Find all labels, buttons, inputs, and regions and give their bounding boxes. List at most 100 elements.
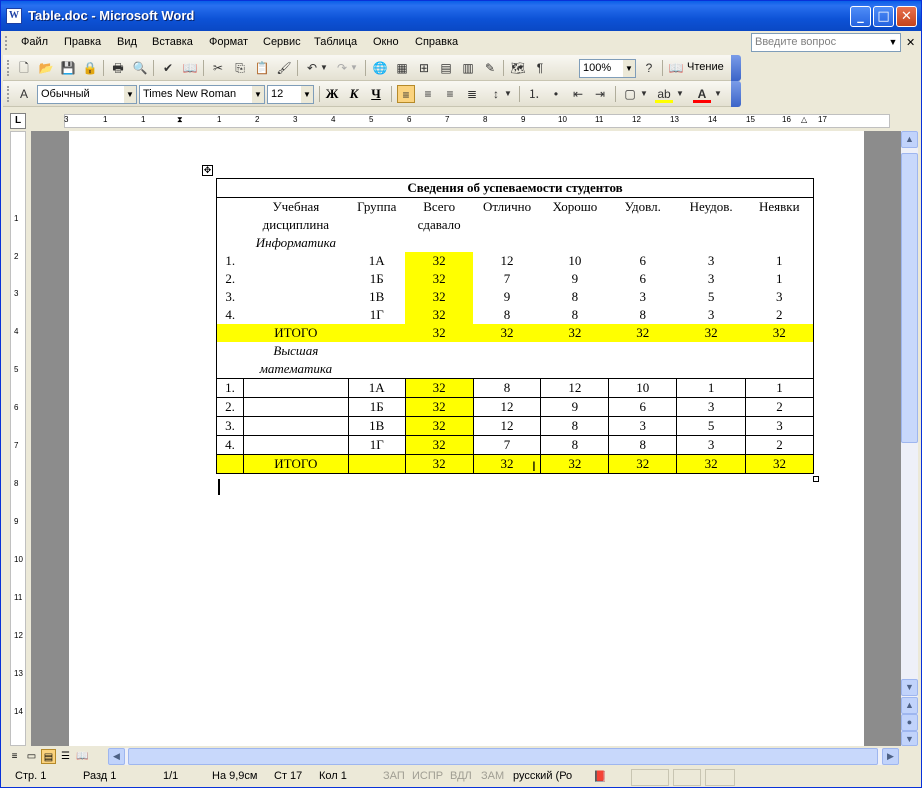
- group-cell[interactable]: 1А: [348, 378, 406, 398]
- satisfactory-cell[interactable]: 6: [609, 270, 677, 288]
- satisfactory-cell[interactable]: 3: [609, 288, 677, 306]
- paste-icon[interactable]: 📋: [253, 59, 271, 77]
- pilcrow-icon[interactable]: ¶: [531, 59, 549, 77]
- unsatisfactory-cell[interactable]: 3: [677, 252, 746, 270]
- good-cell[interactable]: 8: [541, 306, 609, 324]
- word-app-icon[interactable]: W: [6, 8, 22, 24]
- total-cell[interactable]: 32: [405, 416, 474, 436]
- scroll-up-icon[interactable]: ▲: [901, 131, 918, 148]
- right-indent-icon[interactable]: △: [801, 115, 807, 124]
- align-center-icon[interactable]: ≡: [419, 85, 437, 103]
- tab-selector-icon[interactable]: L: [10, 113, 26, 129]
- group-cell[interactable]: 1А: [348, 252, 405, 270]
- new-document-icon[interactable]: 🗋: [15, 59, 33, 77]
- open-folder-icon[interactable]: 📂: [37, 59, 55, 77]
- excellent-cell[interactable]: 9: [473, 288, 541, 306]
- numbering-icon[interactable]: ⒈: [525, 85, 543, 103]
- table-cell[interactable]: [348, 454, 406, 474]
- unsatisfactory-cell[interactable]: 1: [676, 378, 747, 398]
- satisfactory-cell[interactable]: 6: [609, 252, 677, 270]
- table-cell[interactable]: [540, 342, 609, 379]
- table-cell[interactable]: [216, 324, 244, 342]
- zoom-combo[interactable]: 100% ▼: [579, 59, 636, 78]
- menu-file[interactable]: Файл: [21, 36, 48, 48]
- chevron-down-icon[interactable]: ▼: [886, 34, 900, 51]
- status-extend[interactable]: ВДЛ: [450, 770, 472, 782]
- minimize-button[interactable]: _: [850, 6, 871, 27]
- group-cell[interactable]: 1Б: [348, 397, 406, 417]
- row-number[interactable]: 4.: [216, 435, 244, 455]
- header-good[interactable]: Хорошо: [541, 198, 609, 253]
- absent-cell[interactable]: 2: [745, 397, 814, 417]
- table-cell[interactable]: [243, 252, 348, 270]
- table-cell[interactable]: [348, 324, 405, 342]
- chevron-down-icon[interactable]: ▼: [301, 86, 313, 103]
- table-cell[interactable]: [216, 342, 244, 379]
- document-close-icon[interactable]: ✕: [906, 36, 915, 49]
- normal-view-icon[interactable]: ≡: [7, 749, 22, 764]
- vertical-ruler[interactable]: 1 2 3 4 5 6 7 8 9 10 11 12 13 14: [10, 131, 26, 746]
- status-record[interactable]: ЗАП: [383, 770, 405, 782]
- group-cell[interactable]: 1Г: [348, 435, 406, 455]
- header-unsatisfactory[interactable]: Неудов.: [677, 198, 746, 253]
- horizontal-scrollbar[interactable]: ◀ ▶: [108, 748, 899, 765]
- excellent-cell[interactable]: 12: [473, 252, 541, 270]
- total-cell[interactable]: 32: [405, 397, 474, 417]
- toolbar-options-icon[interactable]: [731, 81, 741, 107]
- columns-icon[interactable]: ▥: [459, 59, 477, 77]
- group-cell[interactable]: 1Б: [348, 270, 405, 288]
- maximize-button[interactable]: □: [873, 6, 894, 27]
- row-number[interactable]: 1.: [216, 252, 244, 270]
- total-value[interactable]: 32: [405, 324, 473, 342]
- row-number[interactable]: 2.: [216, 270, 244, 288]
- decrease-indent-icon[interactable]: ⇤: [569, 85, 587, 103]
- unsatisfactory-cell[interactable]: 3: [677, 306, 746, 324]
- absent-cell[interactable]: 2: [745, 435, 814, 455]
- absent-cell[interactable]: 1: [745, 378, 814, 398]
- table-cell[interactable]: [243, 378, 349, 398]
- table-cell[interactable]: [243, 270, 348, 288]
- italic-button[interactable]: К: [345, 85, 363, 103]
- header-absent[interactable]: Неявки: [745, 197, 814, 252]
- total-value[interactable]: 32: [745, 324, 814, 342]
- absent-cell[interactable]: 1: [745, 270, 814, 288]
- header-excellent[interactable]: Отлично: [473, 198, 541, 253]
- grades-table[interactable]: Сведения об успеваемости студентов Учебн…: [216, 178, 814, 474]
- status-overtype[interactable]: ЗАМ: [481, 770, 504, 782]
- menu-edit[interactable]: Правка: [64, 36, 101, 48]
- header-discipline[interactable]: Учебная дисциплина Информатика: [243, 198, 348, 253]
- table-cell[interactable]: [216, 197, 244, 252]
- drawing-icon[interactable]: ✎: [481, 59, 499, 77]
- print-layout-icon[interactable]: ▤: [41, 749, 56, 764]
- total-cell[interactable]: 32: [405, 288, 474, 306]
- group-cell[interactable]: 1В: [348, 288, 405, 306]
- spelling-icon[interactable]: ✔: [159, 59, 177, 77]
- total-value[interactable]: 32: [473, 454, 542, 474]
- row-number[interactable]: 2.: [216, 397, 244, 417]
- satisfactory-cell[interactable]: 8: [608, 435, 678, 455]
- highlight-dropdown-icon[interactable]: ▼: [675, 85, 685, 103]
- status-track-changes[interactable]: ИСПР: [412, 770, 443, 782]
- header-total[interactable]: Всего сдавало: [405, 198, 473, 253]
- first-line-indent-icon[interactable]: ⧗: [177, 115, 183, 125]
- previous-page-icon[interactable]: ▲: [901, 697, 918, 714]
- chevron-down-icon[interactable]: ▼: [252, 86, 264, 103]
- total-cell[interactable]: 32: [405, 252, 474, 270]
- font-color-icon[interactable]: A: [693, 85, 711, 103]
- toolbar-options-icon[interactable]: [731, 55, 741, 81]
- status-language[interactable]: русский (Ро: [513, 770, 572, 782]
- menu-view[interactable]: Вид: [117, 36, 137, 48]
- row-number[interactable]: 1.: [216, 378, 244, 398]
- excellent-cell[interactable]: 8: [473, 306, 541, 324]
- satisfactory-cell[interactable]: 8: [609, 306, 677, 324]
- table-cell[interactable]: [348, 342, 406, 379]
- good-cell[interactable]: 9: [541, 270, 609, 288]
- menu-window[interactable]: Окно: [373, 36, 399, 48]
- cut-icon[interactable]: ✂: [209, 59, 227, 77]
- excellent-cell[interactable]: 7: [473, 270, 541, 288]
- total-value[interactable]: 32: [677, 324, 746, 342]
- absent-cell[interactable]: 2: [745, 306, 814, 324]
- unsatisfactory-cell[interactable]: 3: [676, 435, 747, 455]
- save-icon[interactable]: 💾: [59, 59, 77, 77]
- table-cell[interactable]: [676, 342, 746, 379]
